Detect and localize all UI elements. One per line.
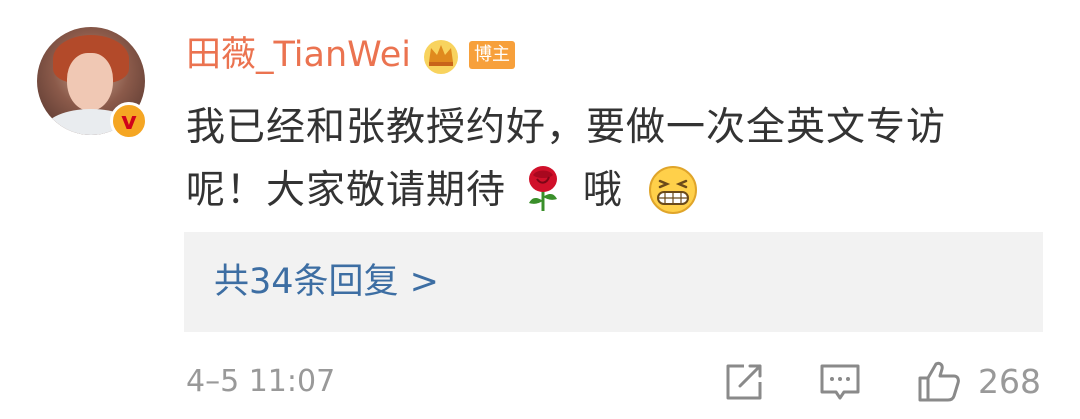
replies-box: 共34条回复 > [184, 232, 1043, 332]
name-bar: 田薇_TianWei 博主 [186, 30, 515, 80]
grin-icon [649, 166, 698, 214]
verified-v-icon: v [110, 102, 148, 140]
view-replies-link[interactable]: 共34条回复 > [214, 259, 439, 305]
share-icon[interactable] [722, 360, 766, 404]
timestamp: 4–5 11:07 [186, 364, 336, 399]
comment-line-2-tail: 哦 [582, 168, 623, 213]
username[interactable]: 田薇_TianWei [186, 30, 411, 80]
comment-line-2-text: 呢！大家敬请期待 [186, 168, 507, 213]
avatar-face [67, 53, 113, 111]
comment-text: 我已经和张教授约好，要做一次全英文专访 呢！大家敬请期待 哦 [186, 96, 1046, 222]
comment-line-1: 我已经和张教授约好，要做一次全英文专访 [186, 105, 947, 150]
blogger-badge: 博主 [468, 41, 515, 69]
crown-icon [423, 40, 458, 74]
comment-icon[interactable] [818, 360, 862, 404]
like-icon[interactable] [916, 358, 962, 404]
comment-line-2: 呢！大家敬请期待 哦 [186, 159, 1046, 222]
comment-footer: 4–5 11:07 268 [186, 360, 1044, 404]
like-count: 268 [978, 362, 1041, 401]
rose-icon [529, 166, 558, 211]
